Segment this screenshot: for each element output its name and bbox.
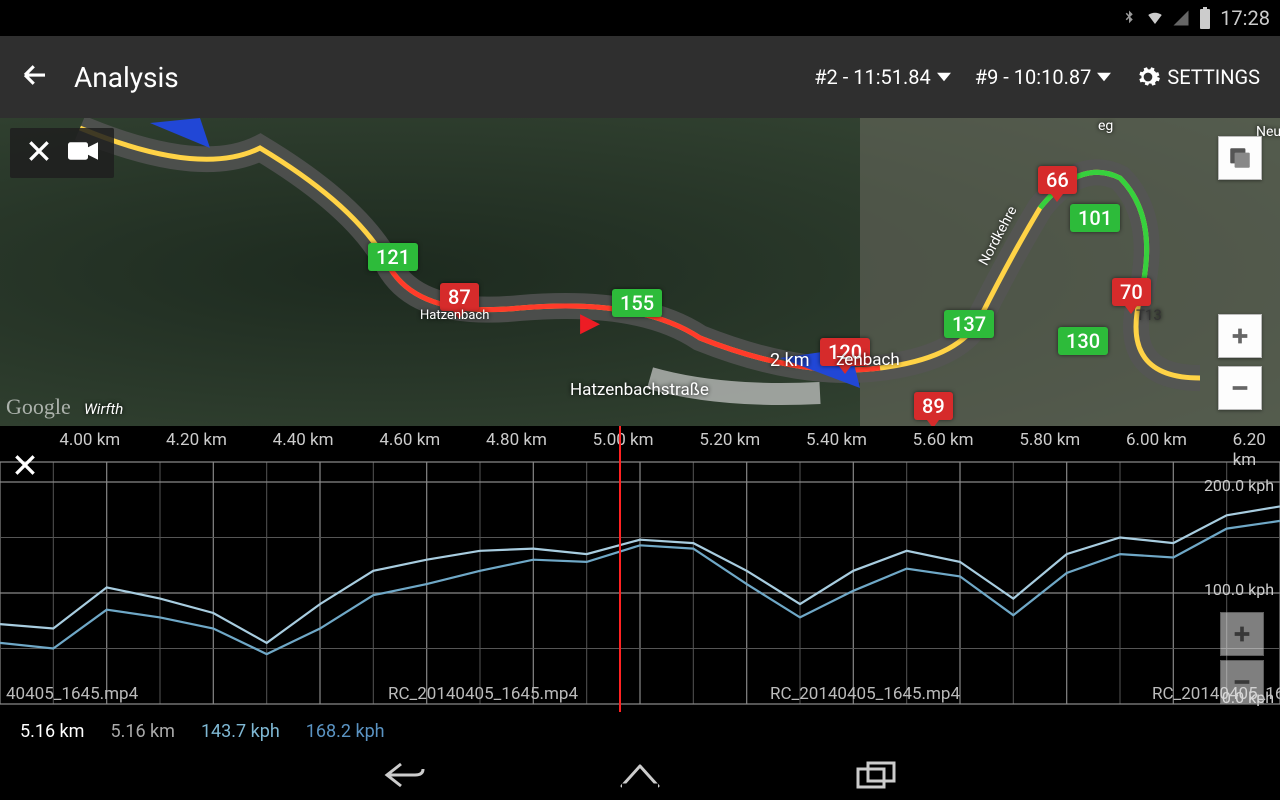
road-label: zenbach xyxy=(836,350,900,370)
readout-bar: 5.16 km 5.16 km 143.7 kph 168.2 kph xyxy=(0,712,1280,750)
road-label: Hatzenbachstraße xyxy=(570,380,709,400)
chart-zoom-out-button[interactable] xyxy=(1220,660,1264,704)
distance-marker: 2 km xyxy=(770,350,810,371)
speed-marker: 87 xyxy=(440,283,479,311)
x-tick: 5.20 km xyxy=(699,430,760,450)
x-tick: 4.00 km xyxy=(59,430,120,450)
settings-button[interactable]: SETTINGS xyxy=(1135,64,1260,90)
road-label: Wirfth xyxy=(84,400,123,418)
app-bar: Analysis #2 - 11:51.84 #9 - 10:10.87 SET… xyxy=(0,36,1280,118)
map-zoom-in-button[interactable] xyxy=(1218,314,1262,358)
x-tick: 4.80 km xyxy=(486,430,547,450)
map-layers-button[interactable] xyxy=(1218,136,1262,180)
road-label: eg xyxy=(1098,118,1113,134)
gear-icon xyxy=(1135,64,1161,90)
speed-chart[interactable]: 4.00 km 4.20 km 4.40 km 4.60 km 4.80 km 5.00 … xyxy=(0,426,1280,712)
video-clip-label: RC_20140405_1645.mp4 xyxy=(770,684,960,704)
readout-speed-2: 168.2 kph xyxy=(306,721,385,742)
readout-speed-1: 143.7 kph xyxy=(201,721,280,742)
chevron-down-icon xyxy=(937,70,951,84)
speed-marker: 70 xyxy=(1112,278,1151,306)
speed-marker: 89 xyxy=(914,392,953,420)
position-cursor: ▶ xyxy=(580,308,600,338)
speed-marker: 101 xyxy=(1070,204,1120,232)
x-tick: 5.00 km xyxy=(593,430,654,450)
lap-selector-2[interactable]: #9 - 10:10.87 xyxy=(975,65,1112,89)
battery-icon xyxy=(1198,7,1212,29)
page-title: Analysis xyxy=(74,61,814,94)
back-button[interactable] xyxy=(20,60,60,94)
x-tick: 6.20 km xyxy=(1233,430,1280,470)
android-status-bar: 17:28 xyxy=(0,0,1280,36)
chart-zoom-in-button[interactable] xyxy=(1220,612,1264,656)
x-tick: 4.60 km xyxy=(379,430,440,450)
signal-icon xyxy=(1172,9,1190,27)
speed-marker: 130 xyxy=(1058,327,1108,355)
video-clip-label: RC_20140405_1645.mp4 xyxy=(388,684,578,704)
android-nav-bar xyxy=(0,750,1280,800)
video-button[interactable] xyxy=(68,138,98,168)
lap-selector-1[interactable]: #2 - 11:51.84 xyxy=(814,65,951,89)
playhead[interactable] xyxy=(619,426,621,712)
speed-marker: 137 xyxy=(944,310,994,338)
bluetooth-icon xyxy=(1120,9,1138,27)
x-tick: 5.80 km xyxy=(1019,430,1080,450)
x-tick: 5.40 km xyxy=(806,430,867,450)
speed-marker: 155 xyxy=(612,289,662,317)
readout-pos-2: 5.16 km xyxy=(110,721,174,742)
speed-marker: 66 xyxy=(1038,166,1077,194)
road-label: Hatzenbach xyxy=(420,308,489,323)
nav-home-button[interactable] xyxy=(612,758,668,792)
clock: 17:28 xyxy=(1220,6,1270,30)
road-label: T13 xyxy=(1136,306,1162,324)
nav-recents-button[interactable] xyxy=(848,758,904,792)
speed-marker: 121 xyxy=(368,243,418,271)
x-tick: 4.40 km xyxy=(273,430,334,450)
map-view[interactable]: ▶ 12187155120891371307066101 zenbach 2 k… xyxy=(0,118,1280,426)
chevron-down-icon xyxy=(1097,70,1111,84)
x-tick: 6.00 km xyxy=(1126,430,1187,450)
readout-pos-1: 5.16 km xyxy=(20,721,84,742)
map-attribution: Google xyxy=(6,394,71,420)
y-tick: 100.0 kph xyxy=(1204,580,1274,599)
map-toolbar xyxy=(10,128,114,178)
close-map-button[interactable] xyxy=(26,138,52,168)
close-chart-button[interactable] xyxy=(12,452,38,482)
x-tick: 5.60 km xyxy=(913,430,974,450)
x-tick: 4.20 km xyxy=(166,430,227,450)
y-tick: 200.0 kph xyxy=(1204,476,1274,495)
nav-back-button[interactable] xyxy=(376,758,432,792)
video-clip-label: 40405_1645.mp4 xyxy=(6,684,138,704)
wifi-icon xyxy=(1146,9,1164,27)
map-zoom-out-button[interactable] xyxy=(1218,366,1262,410)
